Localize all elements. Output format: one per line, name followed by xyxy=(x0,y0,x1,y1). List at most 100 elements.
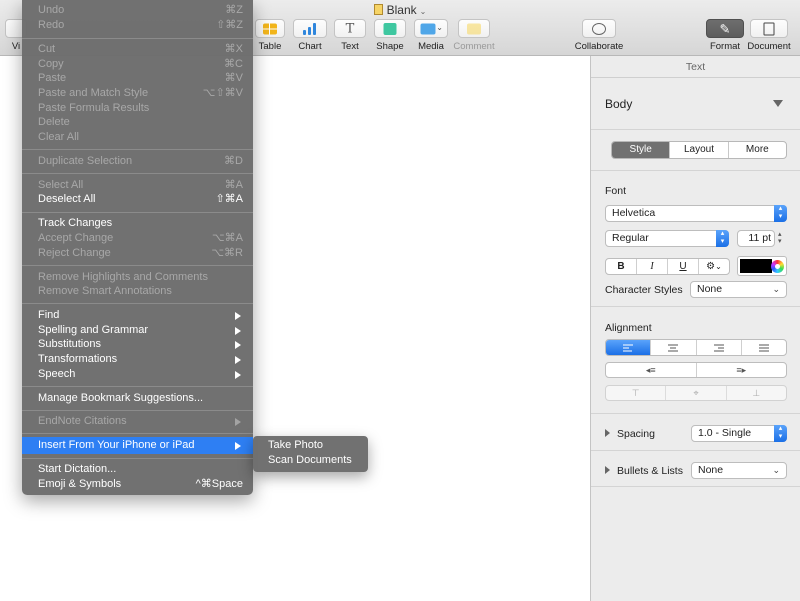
comment-button[interactable]: Comment xyxy=(453,19,495,52)
bullets-lists-disclosure[interactable]: Bullets & Lists xyxy=(605,465,683,477)
menu-item-label: Remove Smart Annotations xyxy=(38,285,172,297)
menu-item-label: Duplicate Selection xyxy=(38,155,133,167)
shortcut: ⌘Z xyxy=(225,4,243,16)
increase-indent-button[interactable]: ≡▸ xyxy=(697,363,787,377)
menu-item-remove-highlights[interactable]: Remove Highlights and Comments xyxy=(22,270,253,285)
menu-item-transformations[interactable]: Transformations xyxy=(22,352,253,367)
menu-item-remove-smart-annotations[interactable]: Remove Smart Annotations xyxy=(22,284,253,299)
outdent-icon: ◂≡ xyxy=(645,365,656,375)
media-button[interactable]: ⌄ Media xyxy=(413,19,449,52)
shortcut: ⌥⌘R xyxy=(211,247,243,259)
menu-item-accept-change[interactable]: Accept Change ⌥⌘A xyxy=(22,231,253,246)
text-color-well[interactable] xyxy=(737,256,787,276)
shortcut: ⌘X xyxy=(224,43,243,55)
valign-middle-button[interactable]: ⌖ xyxy=(666,386,727,400)
menu-item-select-all[interactable]: Select All ⌘A xyxy=(22,178,253,193)
align-justify-button[interactable] xyxy=(742,340,786,355)
divider xyxy=(591,306,800,307)
menu-item-manage-bookmark-suggestions[interactable]: Manage Bookmark Suggestions... xyxy=(22,391,253,406)
bold-button[interactable]: B xyxy=(606,259,637,274)
menu-item-clear-all[interactable]: Clear All xyxy=(22,130,253,145)
menu-item-speech[interactable]: Speech xyxy=(22,367,253,382)
menu-item-delete[interactable]: Delete xyxy=(22,115,253,130)
align-center-button[interactable] xyxy=(651,340,697,355)
font-section-label: Font xyxy=(605,185,627,197)
menu-item-start-dictation[interactable]: Start Dictation... xyxy=(22,462,253,477)
comment-label: Comment xyxy=(453,41,495,52)
menu-item-label: Reject Change xyxy=(38,247,111,259)
style-layout-more-segmented: Style Layout More xyxy=(611,141,787,159)
color-wheel-icon[interactable] xyxy=(771,260,784,273)
italic-button[interactable]: I xyxy=(637,259,668,274)
chart-button[interactable]: Chart xyxy=(292,19,328,52)
format-button[interactable]: ✎ Format xyxy=(705,19,745,52)
menu-item-track-changes[interactable]: Track Changes xyxy=(22,216,253,231)
menu-item-label: Substitutions xyxy=(38,338,101,350)
comment-btn-face xyxy=(458,19,490,38)
spacing-popup[interactable]: 1.0 - Single ▴ ▾ xyxy=(691,425,787,442)
shortcut: ⇧⌘A xyxy=(215,193,243,205)
menu-item-label: Select All xyxy=(38,179,84,191)
menu-item-duplicate-selection[interactable]: Duplicate Selection ⌘D xyxy=(22,154,253,169)
chart-icon xyxy=(303,22,317,35)
menu-item-reject-change[interactable]: Reject Change ⌥⌘R xyxy=(22,246,253,261)
menu-item-deselect-all[interactable]: Deselect All ⇧⌘A xyxy=(22,192,253,207)
updown-arrows-icon: ▴ ▾ xyxy=(716,230,729,247)
menu-item-find[interactable]: Find xyxy=(22,308,253,323)
menu-item-label: Delete xyxy=(38,116,70,128)
align-left-icon xyxy=(623,344,634,351)
submenu-item-take-photo[interactable]: Take Photo xyxy=(268,439,323,451)
segment-layout[interactable]: Layout xyxy=(670,142,729,158)
menu-item-label: Paste Formula Results xyxy=(38,102,150,114)
format-label: Format xyxy=(709,41,741,52)
divider xyxy=(591,486,800,487)
menu-item-label: EndNote Citations xyxy=(38,415,127,427)
spacing-disclosure[interactable]: Spacing xyxy=(605,428,655,440)
document-button[interactable]: Document xyxy=(747,19,791,52)
submenu-arrow-icon xyxy=(235,341,241,349)
shortcut: ⌘D xyxy=(224,155,243,167)
title-chevron-icon[interactable]: ⌄ xyxy=(420,7,427,16)
decrease-indent-button[interactable]: ◂≡ xyxy=(606,363,697,377)
menu-item-endnote-citations[interactable]: EndNote Citations xyxy=(22,414,253,429)
inspector-tab-text[interactable]: Text xyxy=(591,56,800,78)
valign-bottom-button[interactable]: ⊥ xyxy=(727,386,786,400)
menu-item-paste-match-style[interactable]: Paste and Match Style ⌥⇧⌘V xyxy=(22,86,253,101)
paragraph-style-menu[interactable]: Body xyxy=(591,78,800,130)
shortcut: ⇧⌘Z xyxy=(216,19,243,31)
shape-button[interactable]: Shape xyxy=(373,19,407,52)
typeface-popup[interactable]: Regular ▴ ▾ xyxy=(605,230,729,247)
align-left-button[interactable] xyxy=(606,340,652,355)
menu-item-undo[interactable]: Undo ⌘Z xyxy=(22,3,253,18)
menu-item-redo[interactable]: Redo ⇧⌘Z xyxy=(22,18,253,33)
collaborate-button[interactable]: Collaborate xyxy=(574,19,624,52)
text-button[interactable]: T Text xyxy=(333,19,367,52)
submenu-item-scan-documents[interactable]: Scan Documents xyxy=(268,454,352,466)
font-size-stepper-icon[interactable]: ▴ ▾ xyxy=(778,231,782,245)
menu-item-label: Speech xyxy=(38,368,76,380)
segment-more[interactable]: More xyxy=(729,142,786,158)
segment-style[interactable]: Style xyxy=(612,142,671,158)
menu-item-insert-from-iphone[interactable]: Insert From Your iPhone or iPad xyxy=(22,437,253,454)
text-icon: T xyxy=(345,21,355,36)
bullets-lists-value: None xyxy=(698,464,724,476)
menu-item-spelling-grammar[interactable]: Spelling and Grammar xyxy=(22,323,253,338)
table-button[interactable]: Table xyxy=(254,19,286,52)
valign-top-button[interactable]: ⊤ xyxy=(606,386,667,400)
font-size-field[interactable]: 11 pt xyxy=(737,230,775,247)
text-options-button[interactable]: ⚙⌄ xyxy=(699,259,729,274)
menu-item-cut[interactable]: Cut ⌘X xyxy=(22,42,253,57)
menu-item-paste[interactable]: Paste ⌘V xyxy=(22,71,253,86)
character-styles-popup[interactable]: None ⌄ xyxy=(690,281,787,298)
bullets-lists-popup[interactable]: None ⌄ xyxy=(691,462,787,479)
menu-item-emoji-symbols[interactable]: Emoji & Symbols ^⌘Space xyxy=(22,477,253,492)
valign-middle-icon: ⌖ xyxy=(693,388,699,398)
menu-item-substitutions[interactable]: Substitutions xyxy=(22,337,253,352)
align-right-button[interactable] xyxy=(697,340,742,355)
underline-button[interactable]: U xyxy=(668,259,699,274)
font-family-popup[interactable]: Helvetica ▴ ▾ xyxy=(605,205,787,222)
menu-item-copy[interactable]: Copy ⌘C xyxy=(22,57,253,72)
chevron-down-icon: ⌄ xyxy=(772,284,780,294)
menu-item-paste-formula-results[interactable]: Paste Formula Results xyxy=(22,101,253,116)
shortcut: ⌥⇧⌘V xyxy=(202,87,243,99)
